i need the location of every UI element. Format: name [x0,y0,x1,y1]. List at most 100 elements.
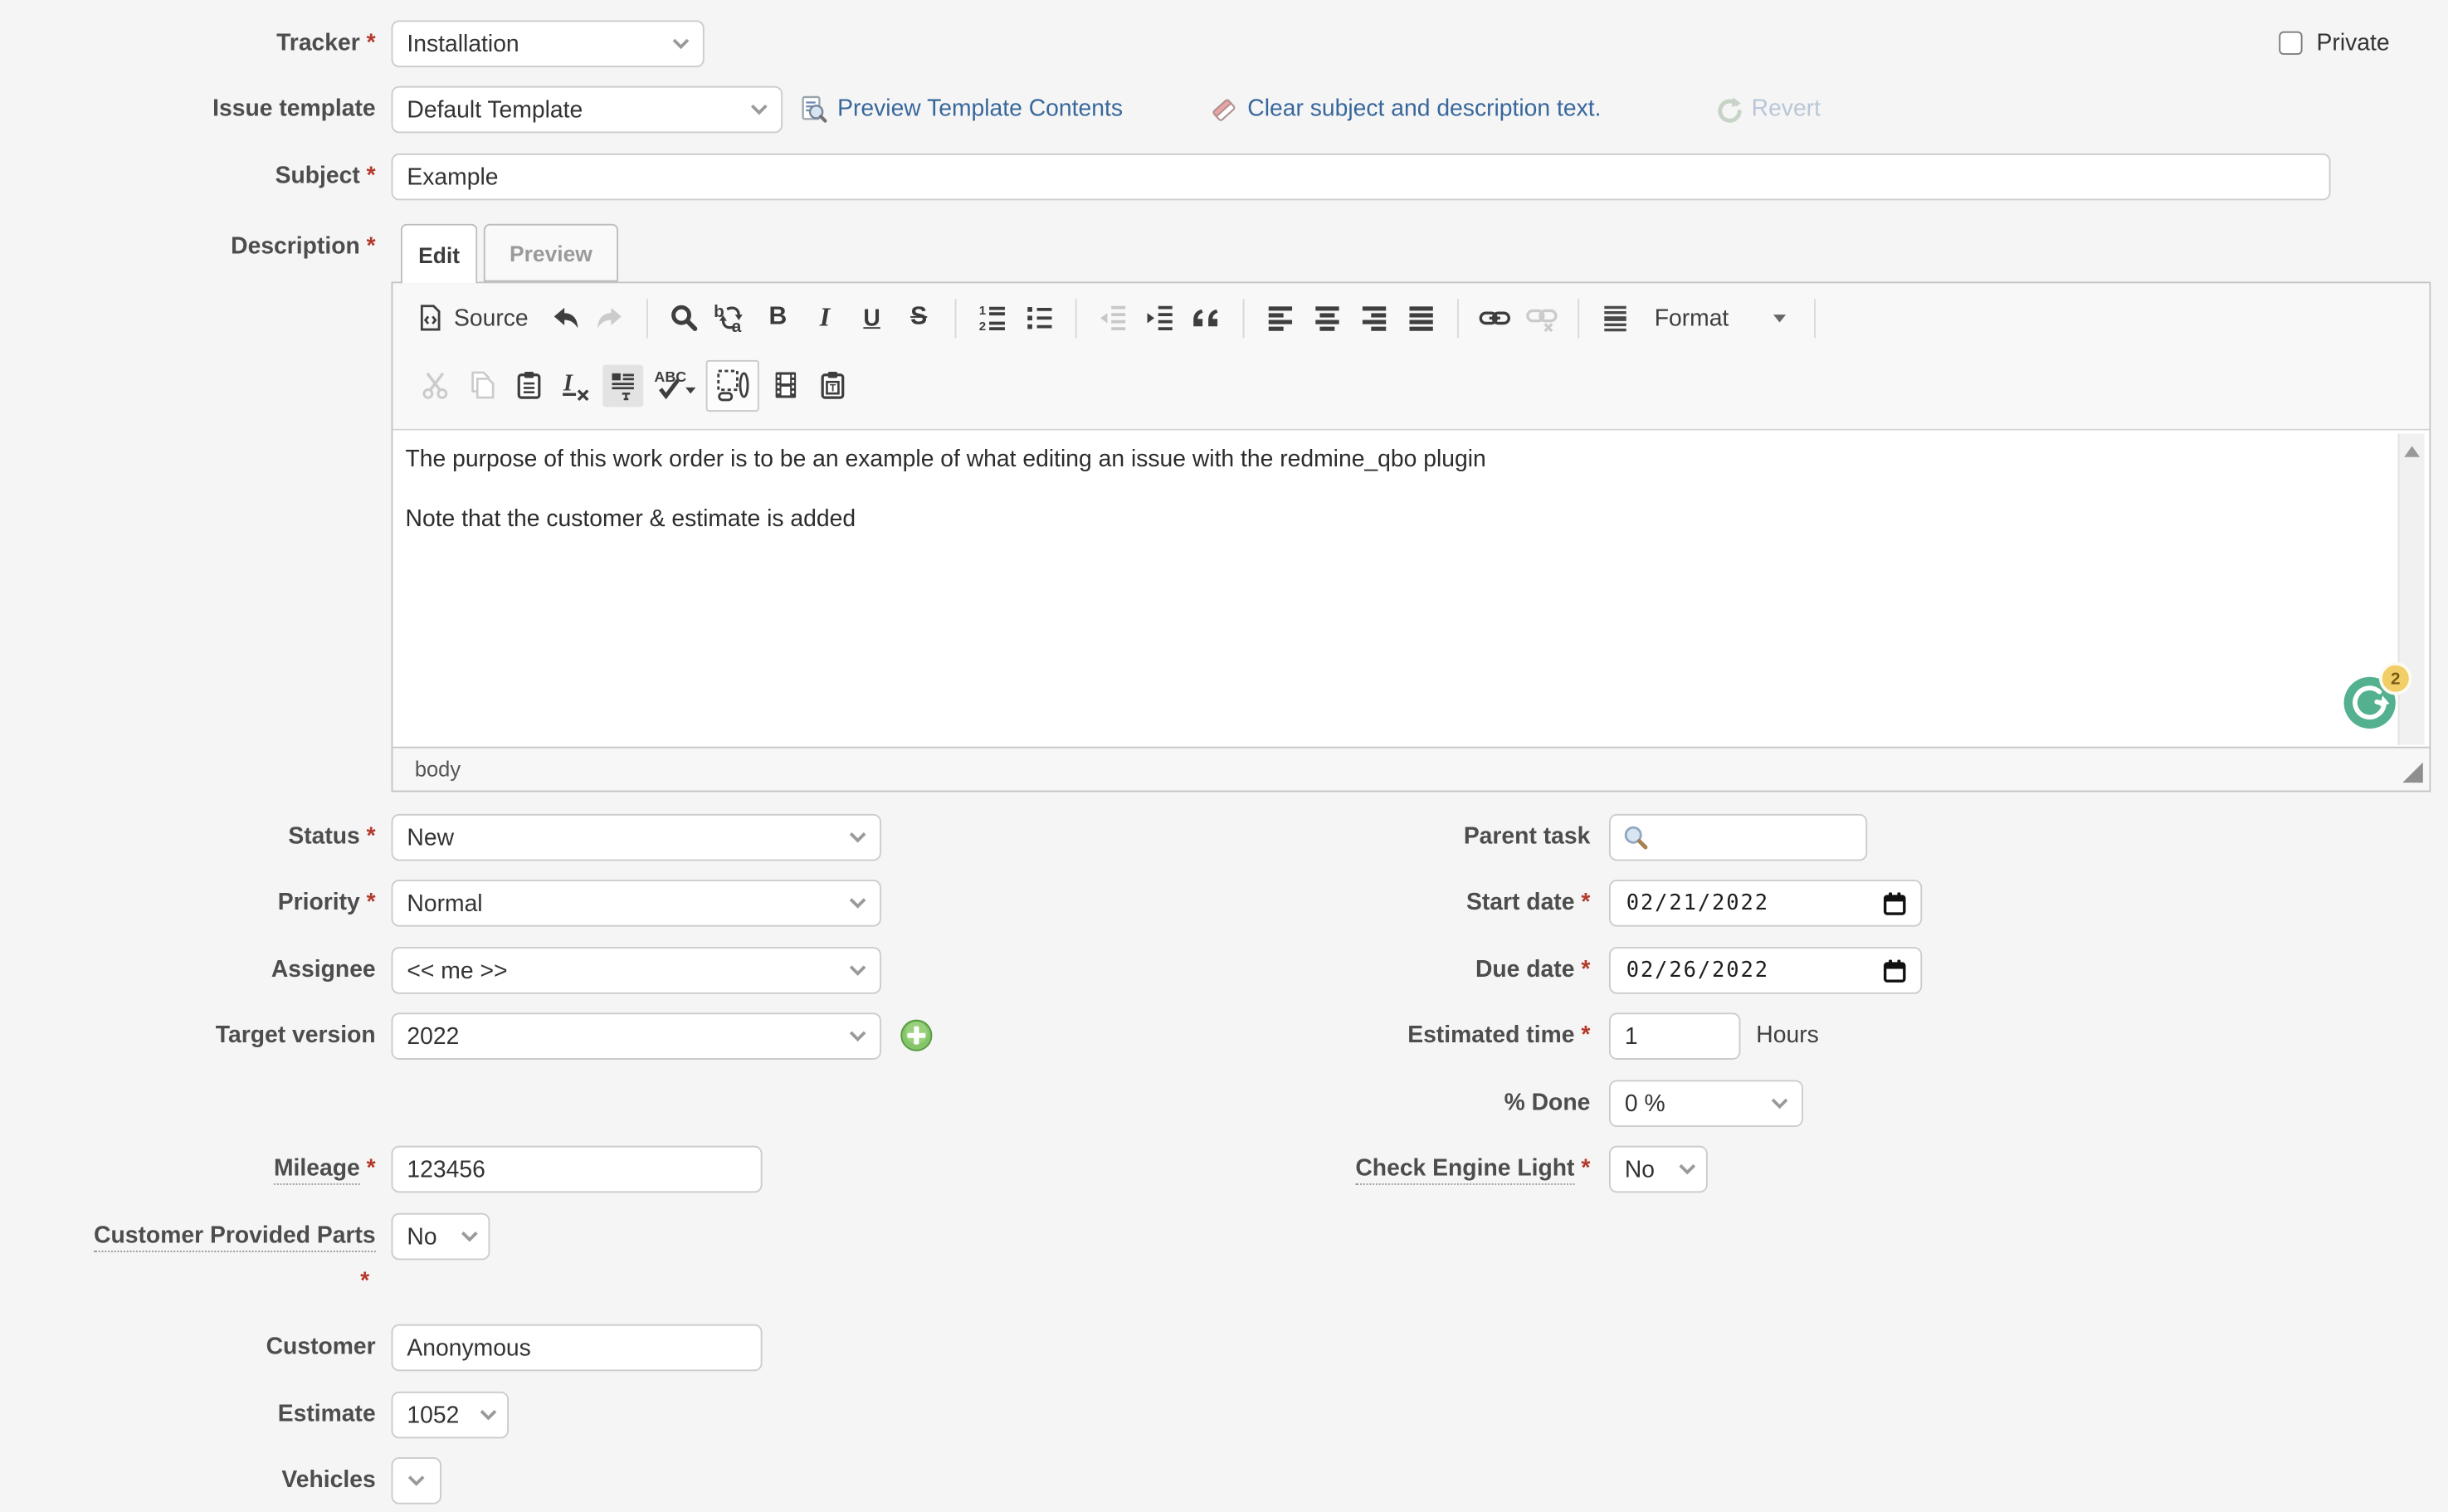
tracker-select[interactable]: Installation [392,21,705,68]
undo-icon [547,303,580,333]
customer-input[interactable] [392,1324,763,1372]
estimate-select[interactable]: 1052 [392,1392,509,1439]
numbered-list-button[interactable]: 1 2 [972,296,1012,339]
vehicles-select[interactable] [392,1457,441,1505]
description-textarea[interactable]: The purpose of this work order is to be … [393,431,2429,749]
editor-scrollbar[interactable] [2398,433,2425,744]
line-spacing-icon [1600,302,1631,334]
paste-button[interactable] [509,364,549,407]
paste-from-word-button[interactable] [602,364,643,407]
parent-task-label: Parent task [1205,814,1590,861]
preview-template-link[interactable]: Preview Template Contents [837,86,1123,134]
start-date-input[interactable]: 02/21/2022 [1609,880,1922,927]
add-version-button[interactable] [900,1019,934,1052]
svg-text:ABC: ABC [654,368,686,385]
redo-button[interactable] [590,296,631,339]
chevron-down-icon [671,37,690,50]
element-path-label[interactable]: body [415,758,461,781]
magnifier-icon [1621,823,1650,851]
percent-done-label: % Done [1205,1080,1590,1127]
issue-template-select[interactable]: Default Template [392,86,783,134]
subject-input[interactable] [392,154,2331,201]
bold-button[interactable]: B [758,296,798,339]
paste-text-button[interactable]: T [812,364,853,407]
due-date-label: Due date * [1205,947,1590,994]
due-date-input[interactable]: 02/26/2022 [1609,947,1922,994]
underline-button[interactable]: U [851,296,892,339]
align-center-button[interactable] [1307,296,1348,339]
find-button[interactable] [664,296,705,339]
required-marker: * [1581,1155,1590,1182]
svg-text:T: T [830,383,836,394]
required-marker: * [367,30,376,56]
customer-provided-parts-select[interactable]: No [392,1213,490,1261]
tab-preview[interactable]: Preview [484,224,618,282]
format-dropdown[interactable]: Format [1642,296,1798,339]
calendar-icon[interactable] [1881,890,1908,916]
calendar-icon[interactable] [1881,957,1908,983]
target-version-select[interactable]: 2022 [392,1012,881,1060]
spell-check-button[interactable]: ABC [650,364,700,407]
description-line: Note that the customer & estimate is add… [393,502,2429,535]
line-spacing-button[interactable] [1595,296,1636,339]
issue-template-label: Issue template [0,86,376,134]
align-left-button[interactable] [1260,296,1300,339]
issue-edit-form: Tracker * Installation Private Issue tem… [0,0,2448,1512]
revert-link[interactable]: Revert [1752,86,1821,134]
check-engine-light-select[interactable]: No [1609,1146,1708,1193]
estimated-time-input[interactable] [1609,1012,1740,1060]
placeholder-button[interactable] [706,359,759,411]
mileage-input[interactable] [392,1146,763,1193]
align-right-button[interactable] [1354,296,1395,339]
paste-from-word-icon [607,369,639,401]
cut-button[interactable] [415,364,456,407]
priority-select[interactable]: Normal [392,880,881,927]
italic-button[interactable]: I [804,296,845,339]
editor-toolbar: Source [393,283,2429,430]
remove-format-button[interactable]: I [556,364,597,407]
assignee-select[interactable]: << me >> [392,947,881,994]
chevron-down-icon [749,103,768,115]
private-checkbox[interactable] [2279,32,2302,55]
link-button[interactable] [1475,296,1515,339]
description-editor: Source [392,282,2431,793]
blockquote-button[interactable] [1187,296,1227,339]
percent-done-select[interactable]: 0 % [1609,1080,1803,1127]
copy-button[interactable] [461,364,502,407]
resize-handle-icon[interactable] [2402,763,2423,783]
unlink-button[interactable] [1521,296,1562,339]
chevron-down-icon [461,1231,480,1243]
svg-text:1: 1 [979,304,986,318]
blockquote-icon [1189,302,1223,334]
indent-button[interactable] [1139,296,1180,339]
media-button[interactable] [765,364,806,407]
clear-subject-description-link[interactable]: Clear subject and description text. [1247,86,1601,134]
chevron-down-icon [479,1409,498,1422]
undo-button[interactable] [544,296,584,339]
remove-format-icon: I [558,369,592,401]
target-version-label: Target version [0,1012,376,1060]
preview-template-icon [798,94,830,125]
justify-button[interactable] [1401,296,1441,339]
svg-text:a: a [732,317,742,334]
description-line: The purpose of this work order is to be … [393,443,2429,476]
source-button[interactable]: Source [415,296,537,339]
grammarly-count-badge: 2 [2379,662,2412,695]
required-marker: * [367,823,376,850]
outdent-button[interactable] [1093,296,1134,339]
scroll-up-arrow-icon[interactable] [2403,446,2419,457]
tab-edit[interactable]: Edit [401,224,477,284]
bulleted-list-button[interactable] [1019,296,1060,339]
strikethrough-button[interactable]: S [899,296,939,339]
cut-icon [419,369,451,401]
toolbar-separator [646,298,648,337]
toolbar-separator [1457,298,1459,337]
copy-icon [466,369,498,401]
align-right-icon [1358,302,1390,334]
customer-label: Customer [0,1324,376,1372]
unlink-icon [1524,302,1558,334]
chevron-down-icon [1770,1097,1789,1110]
required-marker: * [367,163,376,189]
replace-button[interactable]: b a [710,296,751,339]
status-select[interactable]: New [392,814,881,861]
